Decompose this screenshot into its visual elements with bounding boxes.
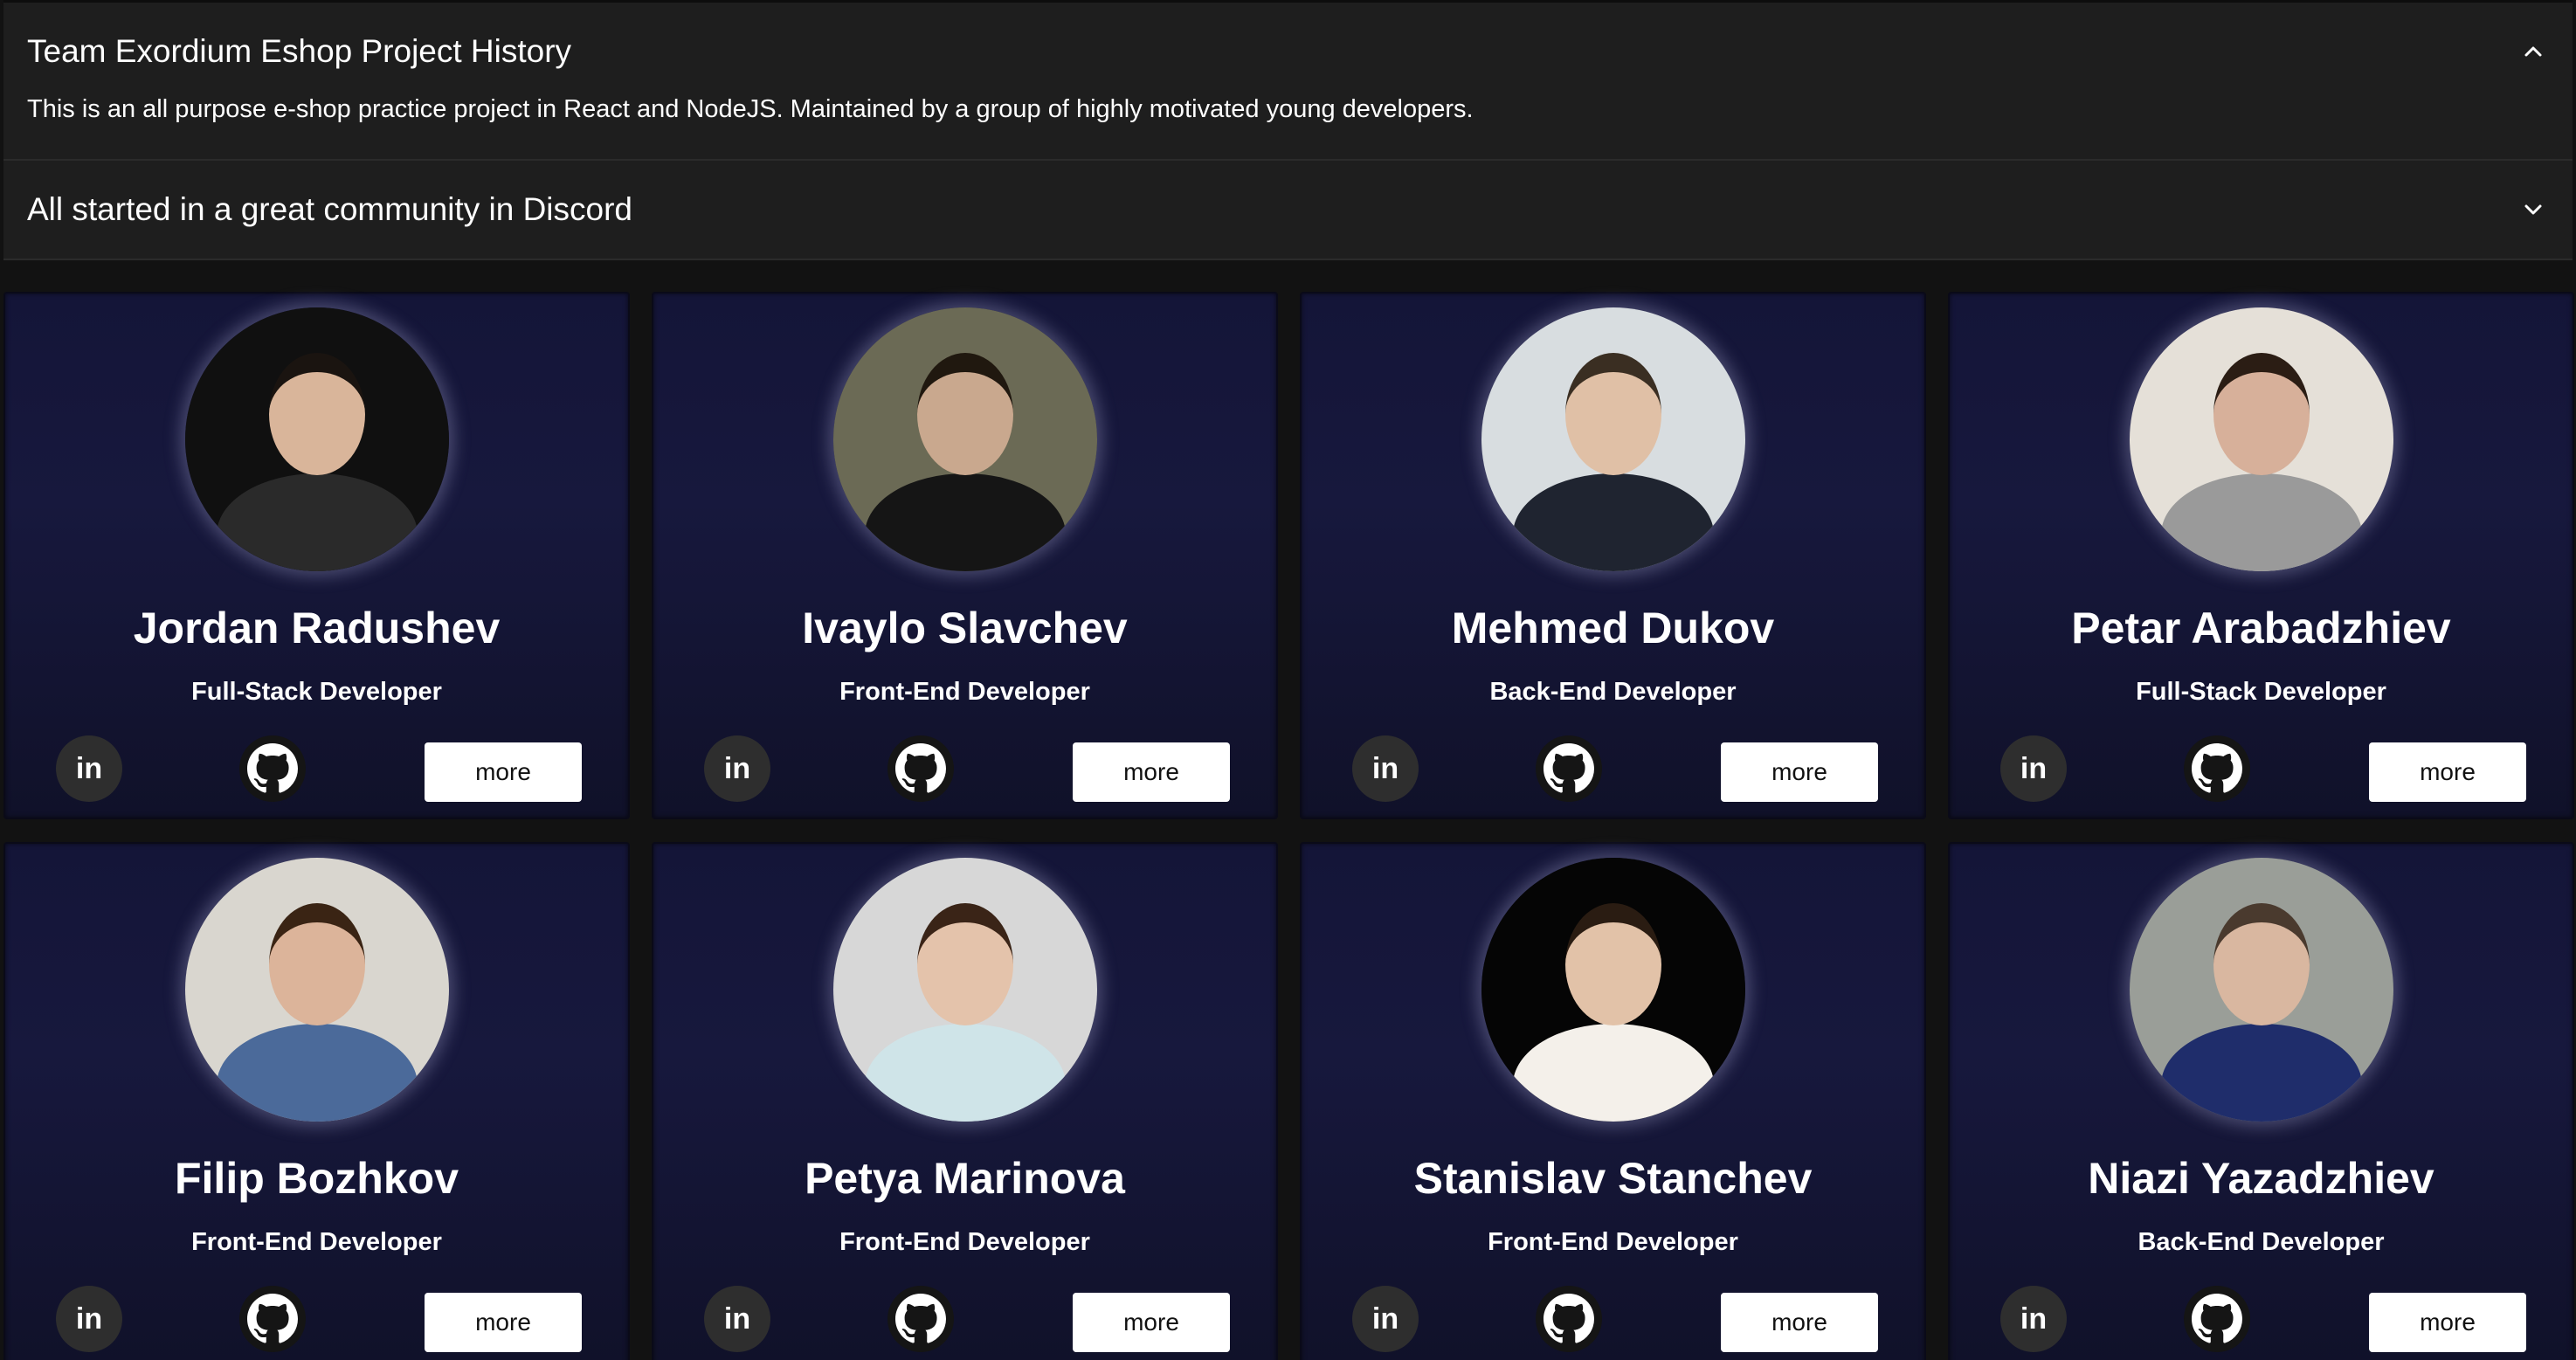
accordion-details: This is an all purpose e-shop practice p… bbox=[27, 95, 1474, 123]
avatar bbox=[184, 307, 449, 571]
member-name: Stanislav Stanchev bbox=[1413, 1154, 1813, 1203]
linkedin-icon[interactable]: in bbox=[2000, 735, 2067, 802]
github-icon[interactable] bbox=[2184, 1286, 2250, 1352]
team-member-card: Petya Marinova Front-End Developer in mo… bbox=[652, 842, 1278, 1360]
more-button[interactable]: more bbox=[1073, 742, 1230, 802]
more-button[interactable]: more bbox=[1721, 1293, 1878, 1352]
github-icon[interactable] bbox=[2184, 735, 2250, 802]
more-button[interactable]: more bbox=[2369, 742, 2526, 802]
team-grid: Jordan Radushev Full-Stack Developer in … bbox=[3, 292, 2574, 1360]
avatar bbox=[832, 858, 1097, 1122]
about-page: Team Exordium Eshop Project History This… bbox=[0, 0, 2576, 1360]
chevron-up-icon[interactable] bbox=[2520, 38, 2546, 65]
member-role: Full-Stack Developer bbox=[191, 678, 442, 706]
more-button[interactable]: more bbox=[1721, 742, 1878, 802]
team-member-card: Petar Arabadzhiev Full-Stack Developer i… bbox=[1948, 292, 2574, 819]
chevron-down-icon[interactable] bbox=[2520, 197, 2546, 223]
member-role: Back-End Developer bbox=[2137, 1228, 2385, 1256]
team-member-card: Jordan Radushev Full-Stack Developer in … bbox=[3, 292, 630, 819]
team-member-card: Filip Bozhkov Front-End Developer in mor… bbox=[3, 842, 630, 1360]
linkedin-icon[interactable]: in bbox=[56, 735, 122, 802]
avatar bbox=[2129, 307, 2393, 571]
linkedin-icon[interactable]: in bbox=[56, 1286, 122, 1352]
member-role: Front-End Developer bbox=[191, 1228, 442, 1256]
linkedin-icon[interactable]: in bbox=[2000, 1286, 2067, 1352]
github-icon[interactable] bbox=[887, 735, 954, 802]
member-name: Petya Marinova bbox=[805, 1154, 1125, 1203]
github-icon[interactable] bbox=[239, 1286, 306, 1352]
linkedin-icon[interactable]: in bbox=[704, 735, 770, 802]
avatar bbox=[1481, 858, 1745, 1122]
member-role: Back-End Developer bbox=[1489, 678, 1737, 706]
accordion-item-discord: All started in a great community in Disc… bbox=[3, 161, 2573, 260]
github-icon[interactable] bbox=[1536, 735, 1602, 802]
linkedin-icon[interactable]: in bbox=[1352, 1286, 1419, 1352]
more-button[interactable]: more bbox=[425, 1293, 582, 1352]
member-name: Niazi Yazadzhiev bbox=[2088, 1154, 2434, 1203]
member-name: Mehmed Dukov bbox=[1451, 604, 1775, 652]
member-name: Petar Arabadzhiev bbox=[2071, 604, 2451, 652]
more-button[interactable]: more bbox=[1073, 1293, 1230, 1352]
accordion-title: Team Exordium Eshop Project History bbox=[27, 33, 572, 69]
linkedin-icon[interactable]: in bbox=[704, 1286, 770, 1352]
accordion-item-history: Team Exordium Eshop Project History This… bbox=[3, 3, 2573, 161]
github-icon[interactable] bbox=[239, 735, 306, 802]
team-member-card: Stanislav Stanchev Front-End Developer i… bbox=[1300, 842, 1926, 1360]
linkedin-icon[interactable]: in bbox=[1352, 735, 1419, 802]
team-member-card: Mehmed Dukov Back-End Developer in more bbox=[1300, 292, 1926, 819]
team-member-card: Niazi Yazadzhiev Back-End Developer in m… bbox=[1948, 842, 2574, 1360]
member-name: Ivaylo Slavchev bbox=[802, 604, 1128, 652]
more-button[interactable]: more bbox=[425, 742, 582, 802]
accordion-title: All started in a great community in Disc… bbox=[27, 191, 632, 227]
avatar bbox=[184, 858, 449, 1122]
member-role: Front-End Developer bbox=[1488, 1228, 1738, 1256]
project-history-accordion: Team Exordium Eshop Project History This… bbox=[3, 0, 2573, 260]
member-role: Front-End Developer bbox=[839, 1228, 1090, 1256]
avatar bbox=[1481, 307, 1745, 571]
accordion-summary-discord[interactable]: All started in a great community in Disc… bbox=[3, 161, 2573, 259]
member-role: Front-End Developer bbox=[839, 678, 1090, 706]
member-name: Jordan Radushev bbox=[133, 604, 501, 652]
more-button[interactable]: more bbox=[2369, 1293, 2526, 1352]
avatar bbox=[2129, 858, 2393, 1122]
member-name: Filip Bozhkov bbox=[175, 1154, 459, 1203]
team-member-card: Ivaylo Slavchev Front-End Developer in m… bbox=[652, 292, 1278, 819]
avatar bbox=[832, 307, 1097, 571]
github-icon[interactable] bbox=[887, 1286, 954, 1352]
github-icon[interactable] bbox=[1536, 1286, 1602, 1352]
accordion-summary-history[interactable]: Team Exordium Eshop Project History bbox=[3, 3, 2573, 100]
member-role: Full-Stack Developer bbox=[2136, 678, 2386, 706]
